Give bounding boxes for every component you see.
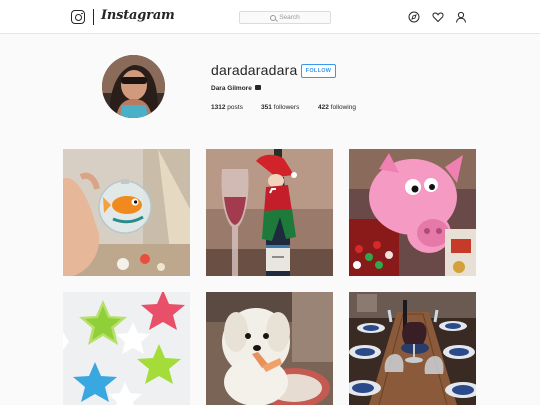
post-thumbnail[interactable] bbox=[206, 292, 333, 405]
stat-following[interactable]: 422 following bbox=[318, 104, 356, 111]
posts-label: posts bbox=[227, 104, 243, 111]
followers-count: 351 bbox=[261, 104, 272, 111]
post-image bbox=[63, 292, 190, 405]
stat-posts: 1312 posts bbox=[211, 104, 243, 111]
compass-icon[interactable] bbox=[408, 11, 420, 23]
post-image bbox=[349, 292, 476, 405]
post-thumbnail[interactable] bbox=[63, 149, 190, 276]
instagram-camera-icon[interactable] bbox=[71, 10, 85, 24]
person-icon[interactable] bbox=[455, 11, 467, 23]
post-image bbox=[349, 149, 476, 276]
camera-emoji-icon bbox=[254, 84, 261, 90]
top-navigation-bar: Instagram Search bbox=[0, 0, 540, 34]
posts-count: 1312 bbox=[211, 104, 226, 111]
following-label: following bbox=[330, 104, 356, 111]
followers-label: followers bbox=[273, 104, 300, 111]
search-placeholder: Search bbox=[279, 14, 300, 21]
search-icon bbox=[270, 14, 277, 21]
full-name-text: Dara Gilmore bbox=[211, 85, 252, 92]
post-thumbnail[interactable] bbox=[349, 149, 476, 276]
post-image bbox=[206, 149, 333, 276]
post-thumbnail[interactable] bbox=[63, 292, 190, 405]
following-count: 422 bbox=[318, 104, 329, 111]
post-image bbox=[206, 292, 333, 405]
logo-divider bbox=[93, 9, 94, 25]
search-input[interactable]: Search bbox=[239, 11, 331, 24]
follow-button[interactable]: FOLLOW bbox=[301, 64, 336, 78]
profile-avatar[interactable] bbox=[102, 55, 165, 118]
heart-icon[interactable] bbox=[432, 11, 444, 23]
post-image bbox=[63, 149, 190, 276]
instagram-wordmark[interactable]: Instagram bbox=[101, 8, 175, 23]
avatar-photo bbox=[102, 55, 165, 118]
profile-username: daradaradara bbox=[211, 62, 298, 78]
post-thumbnail[interactable] bbox=[206, 149, 333, 276]
post-thumbnail[interactable] bbox=[349, 292, 476, 405]
stat-followers[interactable]: 351 followers bbox=[261, 104, 299, 111]
profile-full-name: Dara Gilmore bbox=[211, 84, 261, 92]
